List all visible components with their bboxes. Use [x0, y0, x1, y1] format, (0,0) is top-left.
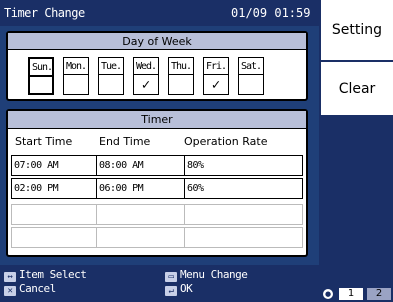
cancel-icon: ✕	[4, 286, 16, 296]
screen: Timer Change 01/09 01:59 Day of Week Sun…	[0, 0, 393, 302]
clear-button[interactable]: Clear	[321, 61, 393, 115]
day-label: Mon.	[64, 58, 88, 75]
check-mark-icon: ✓	[141, 77, 151, 93]
timer-cell-rate: 60%	[184, 179, 302, 198]
day-toggle-0[interactable]: Sun.	[28, 57, 54, 95]
timer-cell-rate	[184, 205, 302, 224]
timer-panel: Timer Start Time End Time Operation Rate…	[6, 109, 308, 257]
day-check-empty	[169, 76, 193, 94]
timer-cell-start	[12, 228, 96, 247]
timer-row[interactable]	[11, 204, 303, 225]
setting-button[interactable]: Setting	[321, 0, 393, 60]
title-bar: Timer Change 01/09 01:59	[0, 0, 319, 26]
cancel-label: Cancel	[19, 282, 56, 295]
item-select-hint: ↔ Item Select	[4, 268, 87, 282]
day-label: Sat.	[239, 58, 263, 75]
menu-change-label: Menu Change	[180, 268, 248, 281]
timer-cell-end: 06:00 PM	[96, 179, 184, 198]
day-of-week-panel: Day of Week Sun. Mon. Tue. Wed. ✓ Thu. Fri. ✓ Sa…	[6, 31, 308, 101]
timer-cell-end	[96, 205, 184, 224]
day-toggle-3[interactable]: Wed. ✓	[133, 57, 159, 95]
timer-cell-start	[12, 205, 96, 224]
day-check-empty	[99, 76, 123, 94]
timer-cell-start: 07:00 AM	[14, 160, 59, 171]
side-panel: Setting Clear	[319, 0, 393, 302]
day-label: Wed.	[134, 58, 158, 75]
left-right-arrow-icon: ↔	[4, 272, 16, 282]
check-mark-icon: ✓	[211, 77, 221, 93]
column-header-operation-rate: Operation Rate	[184, 135, 268, 148]
timer-cell-start: 02:00 PM	[14, 183, 59, 194]
timer-cell-rate: 80%	[184, 156, 302, 175]
page-icon: ●	[323, 289, 333, 299]
main-panel: Timer Change 01/09 01:59 Day of Week Sun…	[0, 0, 319, 302]
cancel-hint: ✕ Cancel	[4, 282, 56, 296]
day-check-empty	[30, 77, 54, 95]
timer-cell-rate	[184, 228, 302, 247]
page-title: Timer Change	[4, 6, 85, 20]
timer-cell-end: 08:00 AM	[96, 156, 184, 175]
timer-row[interactable]: 07:00 AM 08:00 AM 80%	[11, 155, 303, 176]
menu-change-hint: ▭ Menu Change	[165, 268, 248, 282]
column-header-start-time: Start Time	[15, 135, 73, 148]
timer-heading: Timer	[8, 111, 306, 129]
day-toggle-2[interactable]: Tue.	[98, 57, 124, 95]
day-label: Thu.	[169, 58, 193, 75]
enter-icon: ↵	[165, 286, 177, 296]
column-header-end-time: End Time	[99, 135, 151, 148]
day-toggle-1[interactable]: Mon.	[63, 57, 89, 95]
day-check-empty	[239, 76, 263, 94]
day-toggle-5[interactable]: Fri. ✓	[203, 57, 229, 95]
page-1-button[interactable]: 1	[339, 288, 363, 300]
timer-row[interactable]	[11, 227, 303, 248]
day-toggle-4[interactable]: Thu.	[168, 57, 194, 95]
menu-icon: ▭	[165, 272, 177, 282]
day-toggle-6[interactable]: Sat.	[238, 57, 264, 95]
timer-row[interactable]: 02:00 PM 06:00 PM 60%	[11, 178, 303, 199]
day-of-week-heading: Day of Week	[8, 33, 306, 50]
day-label: Sun.	[30, 59, 54, 77]
ok-label: OK	[180, 282, 193, 295]
timer-cell-end	[96, 228, 184, 247]
timer-column-headers: Start Time End Time Operation Rate	[8, 132, 306, 152]
day-label: Tue.	[99, 58, 123, 75]
item-select-label: Item Select	[19, 268, 87, 281]
page-indicator: ● 1 2	[323, 288, 391, 300]
footer-bar: ↔ Item Select ✕ Cancel ▭ Menu Change ↵ OK	[0, 265, 319, 302]
day-check-empty	[64, 76, 88, 94]
ok-hint: ↵ OK	[165, 282, 193, 296]
clock: 01/09 01:59	[231, 6, 311, 20]
page-2-button[interactable]: 2	[367, 288, 391, 300]
day-label: Fri.	[204, 58, 228, 75]
